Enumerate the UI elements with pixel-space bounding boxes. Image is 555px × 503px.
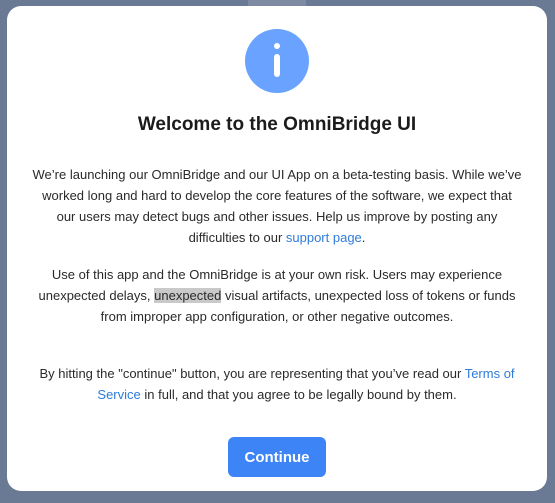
highlighted-word: unexpected bbox=[154, 288, 222, 303]
info-icon-bar bbox=[274, 54, 280, 77]
terms-text-after: in full, and that you agree to be legall… bbox=[140, 387, 457, 402]
welcome-modal: Welcome to the OmniBridge UI We’re launc… bbox=[7, 6, 547, 491]
risk-paragraph: Use of this app and the OmniBridge is at… bbox=[31, 264, 523, 327]
continue-button[interactable]: Continue bbox=[228, 437, 326, 477]
beta-notice-end: . bbox=[361, 230, 366, 245]
terms-text-before: By hitting the "continue" button, you ar… bbox=[39, 366, 465, 381]
support-page-link[interactable]: support page bbox=[286, 230, 362, 245]
info-icon-dot bbox=[274, 43, 280, 49]
terms-paragraph: By hitting the "continue" button, you ar… bbox=[31, 363, 523, 405]
info-icon bbox=[245, 29, 309, 93]
beta-notice-paragraph: We’re launching our OmniBridge and our U… bbox=[31, 164, 523, 248]
modal-title: Welcome to the OmniBridge UI bbox=[137, 114, 417, 135]
beta-notice-text: We’re launching our OmniBridge and our U… bbox=[32, 167, 522, 245]
